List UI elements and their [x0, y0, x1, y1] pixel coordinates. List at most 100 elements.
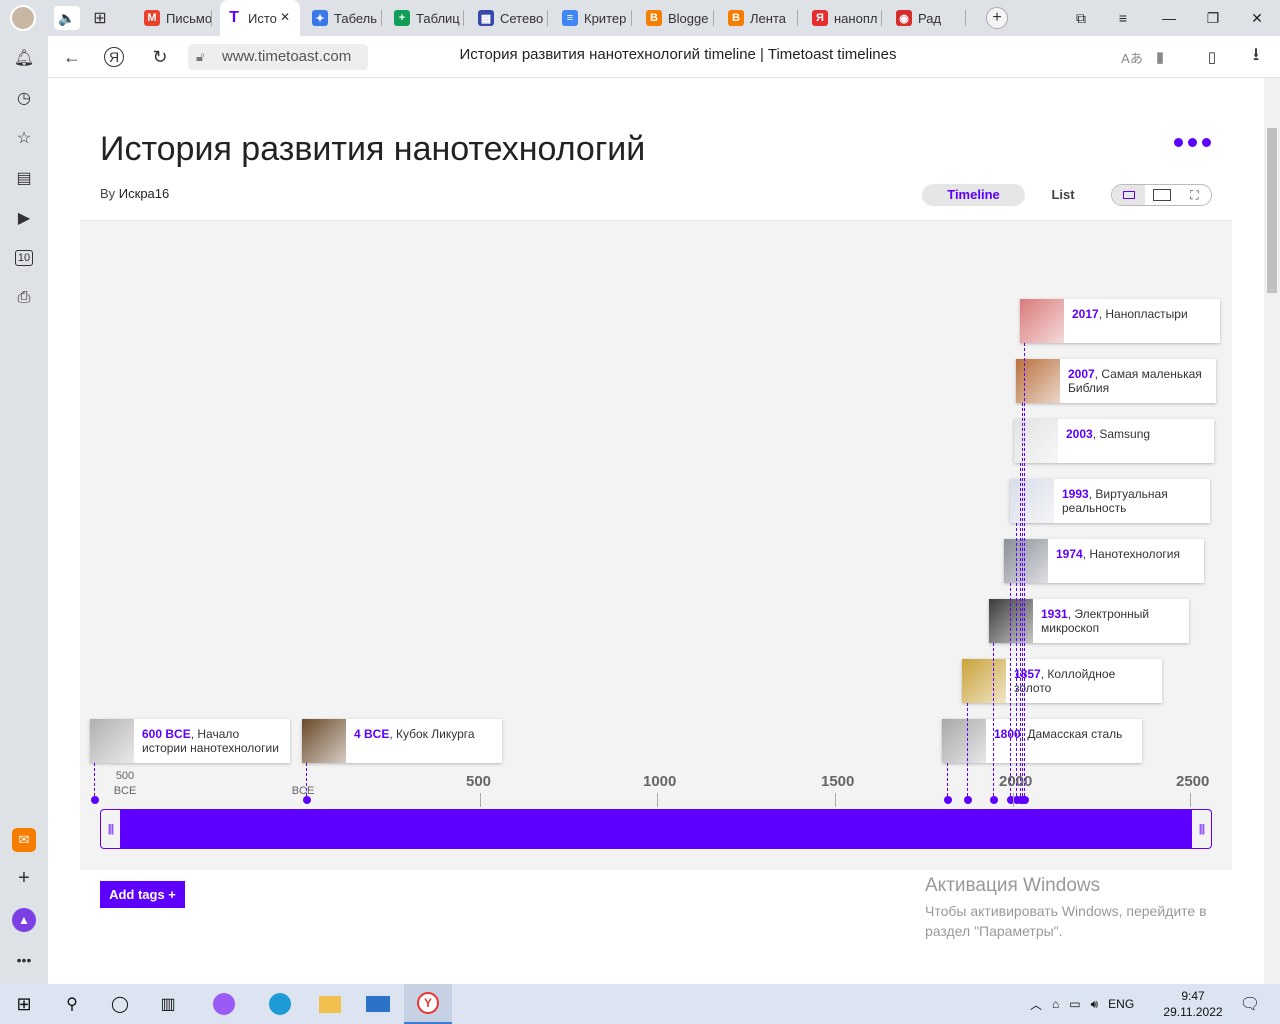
tray-arrow-icon[interactable]: ︿	[1030, 996, 1042, 1013]
tab-9[interactable]: Янанопл	[806, 0, 882, 36]
back-icon[interactable]: ←	[60, 45, 84, 69]
timeline-event-card[interactable]: 2003, Samsung	[1014, 419, 1214, 463]
profile-avatar[interactable]	[10, 5, 36, 31]
axis-tick-mark	[480, 793, 481, 807]
tab-1[interactable]: M Письмо	[138, 0, 212, 36]
history-icon[interactable]: ◷	[12, 86, 36, 110]
more-options-icon[interactable]	[1174, 138, 1211, 147]
event-text: 1993, Виртуальная реальность	[1054, 479, 1210, 523]
downloads-icon[interactable]: ⭳	[1244, 44, 1268, 69]
start-icon[interactable]: ⊞	[0, 984, 48, 1024]
task-view-icon[interactable]: ▥	[144, 984, 192, 1024]
timeline-event-card[interactable]: 4 BCE, Кубок Ликурга	[302, 719, 502, 763]
tab-5[interactable]: ▦ Сетево	[472, 0, 548, 36]
tab-label: Табель	[334, 10, 378, 26]
tab-3[interactable]: ✦ Табель	[306, 0, 382, 36]
bce-value: 500	[115, 770, 135, 782]
event-connector-line	[94, 763, 95, 796]
reload-icon[interactable]: ↻	[148, 45, 172, 69]
close-window-button[interactable]: ✕	[1234, 0, 1280, 36]
video-icon[interactable]: ▶	[12, 206, 36, 230]
lock-icon[interactable]: 🔓︎	[196, 44, 204, 70]
event-marker-dot[interactable]	[91, 796, 99, 804]
network-icon[interactable]: ⌂	[1052, 997, 1059, 1011]
timeline-event-card[interactable]: 1857, Коллойдное золото	[962, 659, 1162, 703]
minimize-button[interactable]: —	[1146, 0, 1192, 36]
timeline-event-card[interactable]: 1931, Электронный микроскоп	[989, 599, 1189, 643]
scroll-thumb[interactable]	[1267, 128, 1277, 293]
tab-label: Критер	[584, 10, 627, 26]
tab-list-icon[interactable]: ⧉	[1058, 0, 1104, 36]
add-tags-button[interactable]: Add tags +	[100, 881, 185, 908]
timeline-range-slider[interactable]: ||| |||	[100, 809, 1212, 849]
event-marker-dot[interactable]	[990, 796, 998, 804]
range-right-handle[interactable]: |||	[1192, 810, 1211, 848]
explorer-icon[interactable]	[306, 984, 354, 1024]
tab-sound-icon[interactable]: 🔈	[54, 6, 80, 30]
favorites-icon[interactable]: ☆	[12, 126, 36, 150]
translate-icon[interactable]: Aあ	[1120, 45, 1144, 69]
url-field[interactable]: 🔓︎ www.timetoast.com	[188, 44, 368, 70]
tab-7[interactable]: B Blogge	[640, 0, 714, 36]
tab-8[interactable]: B Лента	[722, 0, 798, 36]
close-tab-icon[interactable]: ✕	[280, 10, 290, 24]
page-scrollbar[interactable]	[1264, 78, 1280, 984]
range-left-handle[interactable]: |||	[101, 810, 120, 848]
event-thumbnail	[1010, 479, 1054, 523]
search-icon[interactable]: ⚲	[48, 984, 96, 1024]
new-tab-button[interactable]: +	[986, 7, 1008, 29]
bookmark-icon[interactable]: ▮	[1148, 45, 1172, 69]
volume-icon[interactable]: 🔊︎	[1091, 997, 1099, 1012]
wide-view-icon[interactable]	[1145, 185, 1178, 205]
tab-6[interactable]: ≡ Критер	[556, 0, 632, 36]
author-link[interactable]: Искра16	[119, 186, 169, 201]
timeline-event-card[interactable]: 1993, Виртуальная реальность	[1010, 479, 1210, 523]
add-panel-icon[interactable]: +	[12, 866, 36, 890]
small-view-icon[interactable]	[1112, 185, 1145, 205]
restore-button[interactable]: ❐	[1190, 0, 1236, 36]
fullscreen-icon[interactable]: ⛶	[1178, 185, 1211, 205]
axis-tick-label: 2500	[1176, 773, 1210, 790]
reader-mode-icon[interactable]: ▯	[1200, 45, 1224, 69]
event-marker-dot[interactable]	[964, 796, 972, 804]
tab-4[interactable]: + Таблиц	[388, 0, 464, 36]
axis-bce-label: BCE	[290, 769, 316, 799]
timeline-event-card[interactable]: 600 BCE, Начало истории нанотехнологии	[90, 719, 290, 763]
clock[interactable]: 9:47 29.11.2022	[1160, 988, 1226, 1020]
menu-icon[interactable]: ≡	[1100, 0, 1146, 36]
alice-taskbar-icon[interactable]	[200, 984, 248, 1024]
cortana-icon[interactable]: ◯	[96, 984, 144, 1024]
timeline-event-card[interactable]: 2017, Нанопластыри	[1020, 299, 1220, 343]
new-tab-group-icon[interactable]: ⊞	[88, 6, 112, 30]
yandex-browser-icon[interactable]: Y	[404, 984, 452, 1024]
axis-tick-label: 1000	[643, 773, 677, 790]
mail-icon[interactable]	[354, 984, 402, 1024]
event-text: 2017, Нанопластыри	[1064, 299, 1196, 343]
counter-icon[interactable]: 10	[12, 246, 36, 270]
notification-center-icon[interactable]: 🗨︎	[1226, 984, 1274, 1024]
timeline-event-card[interactable]: 1800, Дамасская сталь	[942, 719, 1142, 763]
mail-app-icon[interactable]: ✉	[12, 828, 36, 852]
battery-icon[interactable]: ▭	[1069, 997, 1080, 1011]
event-thumbnail	[90, 719, 134, 763]
event-thumbnail	[962, 659, 1006, 703]
timeline-event-card[interactable]: 2007, Самая маленькая Библия	[1016, 359, 1216, 403]
axis-tick-mark	[1013, 793, 1014, 807]
alice-assistant-icon[interactable]: ▲	[12, 908, 36, 932]
timeline-view-button[interactable]: Timeline	[922, 184, 1025, 206]
activation-line2: раздел "Параметры".	[925, 923, 1063, 939]
tab-label: Исто	[248, 10, 277, 26]
event-marker-dot[interactable]	[944, 796, 952, 804]
more-icon[interactable]: •••	[12, 948, 36, 972]
tab-2[interactable]: T Исто ✕	[220, 0, 300, 36]
screenshot-icon[interactable]: ⎙	[12, 286, 36, 310]
yandex-icon[interactable]: Я	[104, 47, 124, 67]
event-marker-dot[interactable]	[1021, 796, 1029, 804]
collections-icon[interactable]: ▤	[12, 166, 36, 190]
edge-icon[interactable]	[256, 984, 304, 1024]
list-view-button[interactable]: List	[1038, 184, 1088, 206]
tab-10[interactable]: ◉ Рад	[890, 0, 966, 36]
notifications-icon[interactable]: 🔔︎	[12, 46, 36, 70]
language-indicator[interactable]: ENG	[1108, 997, 1134, 1011]
timeline-event-card[interactable]: 1974, Нанотехнология	[1004, 539, 1204, 583]
